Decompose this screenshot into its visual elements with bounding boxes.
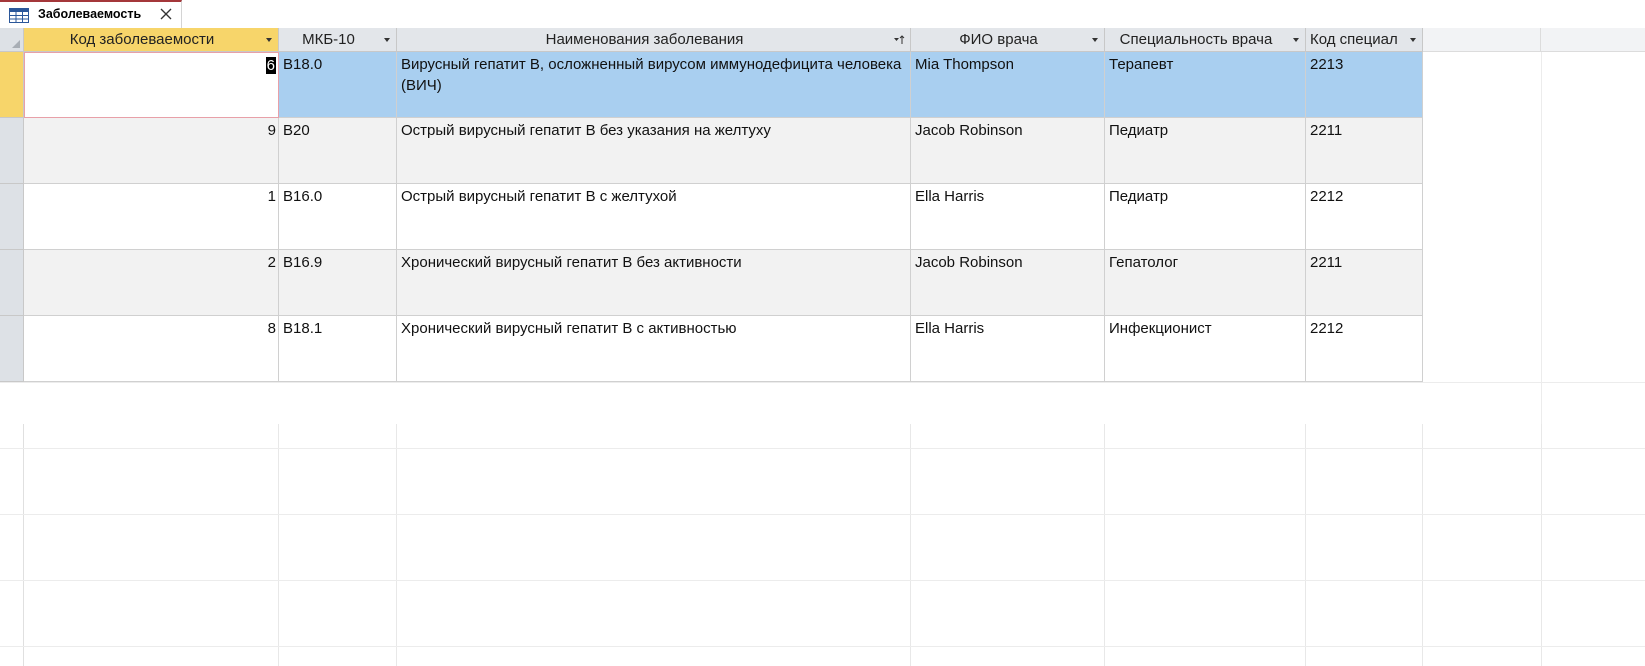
column-header-id[interactable]: Код заболеваемости xyxy=(24,28,279,52)
document-tab[interactable]: Заболеваемость xyxy=(0,0,182,28)
chevron-down-icon[interactable] xyxy=(1410,38,1416,42)
column-header-label: ФИО врача xyxy=(959,31,1038,48)
document-tab-bar: Заболеваемость xyxy=(0,0,1645,29)
cell-spec-code[interactable]: 2212 xyxy=(1306,316,1423,382)
table-row[interactable]: 1 B16.0 Острый вирусный гепатит B с желт… xyxy=(0,184,1423,250)
datasheet-grid: Код заболеваемости МКБ-10 Наименования з… xyxy=(0,28,1645,666)
table-row[interactable]: 8 B18.1 Хронический вирусный гепатит B с… xyxy=(0,316,1423,382)
cell-name[interactable]: Острый вирусный гепатит B с желтухой xyxy=(397,184,911,250)
cell-name[interactable]: Хронический вирусный гепатит B без актив… xyxy=(397,250,911,316)
cell-mkb[interactable]: B18.1 xyxy=(279,316,397,382)
cell-specialty[interactable]: Терапевт xyxy=(1105,52,1306,118)
close-icon[interactable] xyxy=(158,6,174,22)
column-header-spec-code[interactable]: Код специал xyxy=(1306,28,1423,52)
cell-id[interactable]: 1 xyxy=(24,184,279,250)
cell-name[interactable]: Вирусный гепатит B, осложненный вирусом … xyxy=(397,52,911,118)
cell-specialty[interactable]: Инфекционист xyxy=(1105,316,1306,382)
grid-line xyxy=(1422,424,1423,666)
cell-name[interactable]: Острый вирусный гепатит B без указания н… xyxy=(397,118,911,184)
empty-header-area xyxy=(1541,28,1645,52)
column-header-label: Специальность врача xyxy=(1119,31,1273,48)
grid-line xyxy=(1541,424,1542,666)
grid-line xyxy=(0,646,1645,647)
column-header-row: Код заболеваемости МКБ-10 Наименования з… xyxy=(0,28,1645,52)
grid-line xyxy=(1104,424,1105,666)
column-header-label: МКБ-10 xyxy=(302,31,355,48)
access-datasheet-window: Заболеваемость Код заболеваемости МКБ-10… xyxy=(0,0,1645,666)
grid-line xyxy=(0,514,1645,515)
cell-spec-code[interactable]: 2211 xyxy=(1306,250,1423,316)
cell-doctor[interactable]: Ella Harris xyxy=(911,316,1105,382)
cell-id[interactable]: 6 xyxy=(24,52,279,118)
row-selector[interactable] xyxy=(0,118,24,184)
column-header-mkb[interactable]: МКБ-10 xyxy=(279,28,397,52)
cell-doctor[interactable]: Jacob Robinson xyxy=(911,118,1105,184)
cell-specialty[interactable]: Педиатр xyxy=(1105,118,1306,184)
cell-spec-code[interactable]: 2212 xyxy=(1306,184,1423,250)
cell-doctor[interactable]: Jacob Robinson xyxy=(911,250,1105,316)
chevron-down-icon[interactable] xyxy=(384,38,390,42)
cell-name[interactable]: Хронический вирусный гепатит B с активно… xyxy=(397,316,911,382)
chevron-down-icon[interactable] xyxy=(266,38,272,42)
sort-ascending-icon[interactable] xyxy=(893,33,905,47)
cell-mkb[interactable]: B18.0 xyxy=(279,52,397,118)
tab-title: Заболеваемость xyxy=(38,7,142,21)
grid-line xyxy=(396,424,397,666)
grid-line xyxy=(0,580,1645,581)
cell-spec-code[interactable]: 2213 xyxy=(1306,52,1423,118)
cell-mkb[interactable]: B16.0 xyxy=(279,184,397,250)
row-selector[interactable] xyxy=(0,52,24,118)
grid-line xyxy=(0,448,1645,449)
cell-spec-code[interactable]: 2211 xyxy=(1306,118,1423,184)
cell-specialty[interactable]: Педиатр xyxy=(1105,184,1306,250)
row-selector[interactable] xyxy=(0,184,24,250)
column-header-doctor[interactable]: ФИО врача xyxy=(911,28,1105,52)
cell-specialty[interactable]: Гепатолог xyxy=(1105,250,1306,316)
table-row[interactable]: 6 B18.0 Вирусный гепатит B, осложненный … xyxy=(0,52,1423,118)
grid-line xyxy=(1305,424,1306,666)
grid-line xyxy=(910,424,911,666)
grid-line xyxy=(0,382,1645,383)
cell-id[interactable]: 8 xyxy=(24,316,279,382)
table-row[interactable]: 9 B20 Острый вирусный гепатит B без указ… xyxy=(0,118,1423,184)
table-row[interactable]: 2 B16.9 Хронический вирусный гепатит B б… xyxy=(0,250,1423,316)
select-all-button[interactable] xyxy=(0,28,24,52)
cell-doctor[interactable]: Mia Thompson xyxy=(911,52,1105,118)
column-header-label: Наименования заболевания xyxy=(545,31,744,48)
grid-line xyxy=(278,424,279,666)
chevron-down-icon[interactable] xyxy=(1092,38,1098,42)
empty-selector-column xyxy=(0,424,24,666)
cell-doctor[interactable]: Ella Harris xyxy=(911,184,1105,250)
column-header-name[interactable]: Наименования заболевания xyxy=(397,28,911,52)
grid-line xyxy=(1541,52,1542,424)
cell-text: 6 xyxy=(265,57,276,74)
cell-mkb[interactable]: B16.9 xyxy=(279,250,397,316)
table-icon xyxy=(9,8,29,23)
chevron-down-icon[interactable] xyxy=(1293,38,1299,42)
cell-mkb[interactable]: B20 xyxy=(279,118,397,184)
cell-id[interactable]: 9 xyxy=(24,118,279,184)
column-header-label: Код заболеваемости xyxy=(69,31,215,48)
column-header-specialty[interactable]: Специальность врача xyxy=(1105,28,1306,52)
cell-id[interactable]: 2 xyxy=(24,250,279,316)
row-selector[interactable] xyxy=(0,250,24,316)
column-header-label: Код специал xyxy=(1310,31,1398,48)
add-column-header[interactable] xyxy=(1423,28,1541,52)
row-selector[interactable] xyxy=(0,316,24,382)
